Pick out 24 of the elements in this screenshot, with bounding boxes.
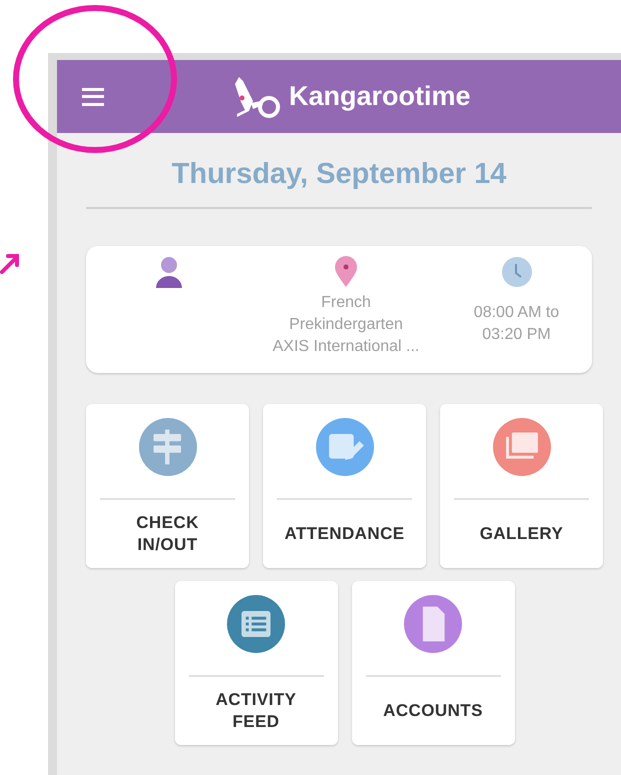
menu-tile[interactable]: ATTENDANCE: [263, 404, 426, 568]
menu-tile[interactable]: ACCOUNTS: [352, 580, 514, 744]
menu-tile[interactable]: CHECK IN/OUT: [86, 404, 249, 568]
time-text: 08:00 AM to: [474, 302, 560, 322]
menu-tile[interactable]: ACTIVITY FEED: [174, 580, 338, 744]
menu-icon[interactable]: [82, 88, 104, 106]
location-pin-icon: [334, 256, 358, 288]
time-text: 03:20 PM: [482, 324, 551, 344]
app-title: Kangarootime: [289, 80, 471, 114]
tile-label: FEED: [232, 710, 280, 732]
tile-label: IN/OUT: [137, 534, 198, 556]
menu-tile[interactable]: GALLERY: [440, 404, 603, 568]
tile-label: ACTIVITY: [216, 688, 296, 710]
tile-label: GALLERY: [480, 522, 564, 544]
location-text: AXIS International ...: [272, 336, 420, 356]
location-text: French: [321, 292, 371, 312]
location-text: Prekindergarten: [289, 314, 403, 334]
person-icon: [154, 256, 184, 290]
clock-icon: [500, 256, 532, 288]
date-heading: Thursday, September 14: [170, 157, 508, 192]
tile-label: ACCOUNTS: [383, 700, 483, 722]
tile-label: ATTENDANCE: [284, 522, 405, 544]
arrow-icon: [0, 252, 20, 274]
tile-label: CHECK: [136, 512, 199, 534]
